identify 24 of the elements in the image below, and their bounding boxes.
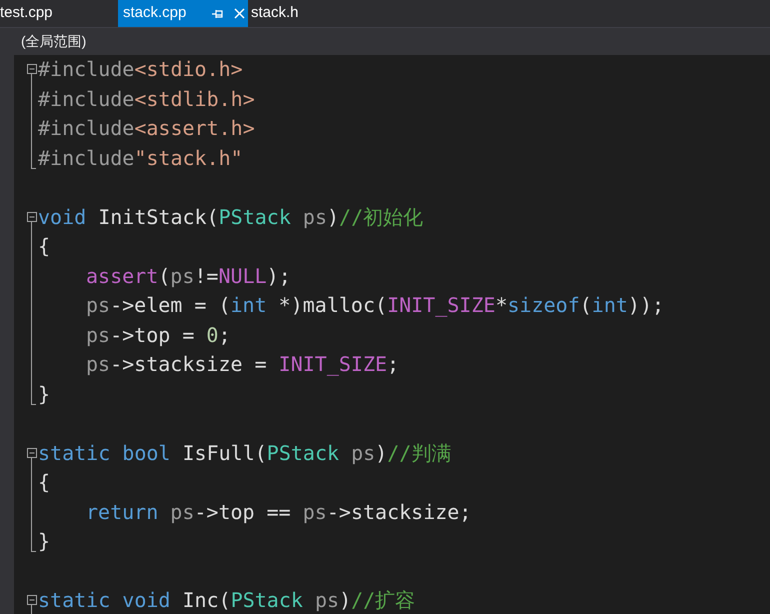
code-line: } [38, 380, 50, 408]
pin-icon[interactable] [212, 8, 224, 18]
code-line: #include"stack.h" [38, 144, 243, 172]
collapse-icon[interactable] [27, 595, 37, 605]
code-line: { [38, 469, 50, 496]
collapse-icon[interactable] [27, 212, 37, 222]
scope-dropdown[interactable]: (全局范围) [21, 31, 86, 52]
code-line: static void Inc(PStack ps)//扩容 [38, 587, 416, 614]
code-line: assert(ps!=NULL); [86, 262, 291, 290]
code-line: #include<stdlib.h> [38, 86, 255, 112]
code-line: static bool IsFull(PStack ps)//判满 [38, 440, 452, 466]
collapse-icon[interactable] [27, 64, 37, 74]
code-line: ps->stacksize = INIT_SIZE; [86, 351, 400, 378]
code-line: return ps->top == ps->stacksize; [86, 498, 472, 526]
code-line: } [38, 528, 50, 555]
file-tab[interactable]: stack.cpp [118, 0, 248, 27]
code-line: ps->top = 0; [86, 322, 231, 348]
code-line: void InitStack(PStack ps)//初始化 [38, 204, 424, 230]
code-line: #include<stdio.h> [38, 56, 243, 83]
code-line: #include<assert.h> [38, 115, 255, 142]
code-line: { [38, 233, 50, 260]
code-line: ps->elem = (int *)malloc(INIT_SIZE*sizeof(int)); [86, 292, 664, 319]
collapse-icon[interactable] [27, 448, 37, 458]
close-icon[interactable] [234, 8, 246, 19]
